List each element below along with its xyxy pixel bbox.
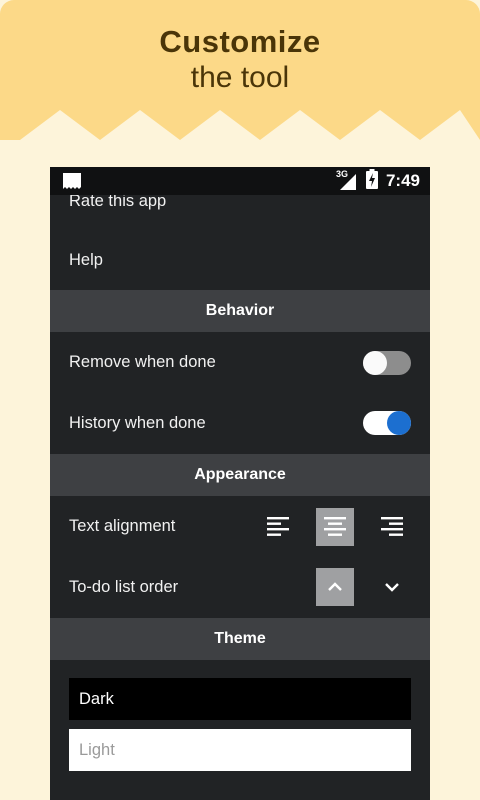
theme-option-dark[interactable]: Dark xyxy=(69,678,411,720)
align-left-button[interactable] xyxy=(259,508,297,546)
theme-dark-label: Dark xyxy=(79,689,114,708)
chevron-down-icon xyxy=(385,583,399,592)
remove-when-done-label: Remove when done xyxy=(69,353,216,371)
todo-order-row: To-do list order xyxy=(50,557,430,617)
theme-option-light[interactable]: Light xyxy=(69,729,411,771)
theme-light-label: Light xyxy=(79,740,115,759)
help-item[interactable]: Help xyxy=(50,231,430,289)
remove-when-done-row: Remove when done xyxy=(50,332,430,393)
status-bar: 3G 7:49 xyxy=(50,167,430,195)
signal-icon: 3G xyxy=(336,169,358,191)
text-alignment-label: Text alignment xyxy=(69,517,176,535)
align-center-icon xyxy=(324,516,346,536)
theme-header-label: Theme xyxy=(214,630,266,647)
clock: 7:49 xyxy=(385,171,420,190)
promo-line-1: Customize xyxy=(159,24,321,59)
align-left-icon xyxy=(267,516,289,536)
behavior-header-label: Behavior xyxy=(205,302,275,319)
zigzag-decoration xyxy=(0,110,480,160)
phone-screen: 3G 7:49 Rate this app Help Behavior Remo… xyxy=(50,167,430,800)
theme-section-header: Theme xyxy=(50,618,430,660)
order-ascending-button[interactable] xyxy=(316,568,354,606)
history-when-done-label: History when done xyxy=(69,413,206,432)
align-right-icon xyxy=(381,516,403,536)
remove-when-done-toggle[interactable] xyxy=(363,350,411,375)
appearance-header-label: Appearance xyxy=(194,466,286,483)
battery-charging-icon xyxy=(365,168,378,194)
toggle-knob xyxy=(363,350,387,375)
appearance-section-header: Appearance xyxy=(50,454,430,496)
notification-icon xyxy=(62,172,82,195)
history-when-done-row: History when done xyxy=(50,393,430,453)
text-alignment-row: Text alignment xyxy=(50,496,430,557)
chevron-up-icon xyxy=(328,582,342,591)
promo-headline: Customize the tool xyxy=(0,24,480,96)
promo-line-2: the tool xyxy=(190,61,290,94)
behavior-section-header: Behavior xyxy=(50,290,430,332)
align-right-button[interactable] xyxy=(373,508,411,546)
todo-order-label: To-do list order xyxy=(69,577,179,596)
help-label: Help xyxy=(69,250,103,269)
toggle-knob xyxy=(387,411,411,435)
history-when-done-toggle[interactable] xyxy=(363,411,411,435)
align-center-button[interactable] xyxy=(316,507,354,546)
order-descending-button[interactable] xyxy=(373,568,411,606)
